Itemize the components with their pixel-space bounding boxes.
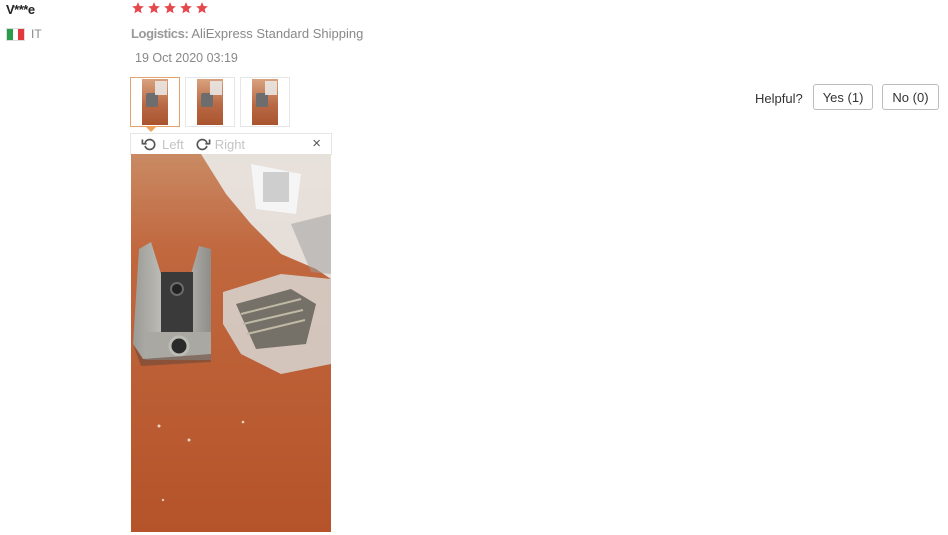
logistics-value: AliExpress Standard Shipping bbox=[191, 26, 364, 41]
thumbnail-image bbox=[142, 79, 168, 125]
logistics-info: Logistics: AliExpress Standard Shipping bbox=[131, 26, 363, 41]
thumbnail-photo-3[interactable] bbox=[240, 77, 290, 127]
rotate-left-label: Left bbox=[162, 136, 184, 152]
thumbnail-image bbox=[197, 79, 223, 125]
review-photo-image bbox=[131, 154, 331, 532]
country-code: IT bbox=[31, 27, 42, 41]
rotate-right-label: Right bbox=[214, 136, 246, 152]
star-icon bbox=[131, 1, 145, 15]
viewer-toolbar: Left Right × bbox=[131, 134, 331, 154]
thumbnail-photo-1[interactable] bbox=[130, 77, 180, 127]
rotate-right-icon bbox=[194, 136, 211, 153]
review-item: V***e IT Logistics: AliExpress Standard … bbox=[0, 0, 948, 535]
helpful-section: Helpful? Yes (1) No (0) bbox=[755, 84, 939, 110]
rotate-left-icon bbox=[141, 136, 158, 153]
italy-flag-icon bbox=[6, 27, 25, 41]
star-rating bbox=[131, 1, 209, 15]
star-icon bbox=[163, 1, 177, 15]
thumbnail-photo-2[interactable] bbox=[185, 77, 235, 127]
thumbnail-image bbox=[252, 79, 278, 125]
rotate-left-button[interactable]: Left bbox=[141, 136, 184, 153]
helpful-yes-button[interactable]: Yes (1) bbox=[812, 84, 874, 110]
review-photo-large bbox=[131, 154, 331, 532]
close-icon[interactable]: × bbox=[312, 135, 321, 152]
rotate-right-button[interactable]: Right bbox=[194, 136, 245, 153]
helpful-no-button[interactable]: No (0) bbox=[882, 84, 939, 110]
helpful-label: Helpful? bbox=[755, 90, 803, 106]
star-icon bbox=[179, 1, 193, 15]
star-icon bbox=[147, 1, 161, 15]
reviewer-country: IT bbox=[6, 27, 42, 41]
reviewer-name: V***e bbox=[6, 2, 35, 17]
logistics-label: Logistics: bbox=[131, 26, 189, 41]
active-thumbnail-caret bbox=[145, 126, 157, 132]
star-icon bbox=[195, 1, 209, 15]
review-date: 19 Oct 2020 03:19 bbox=[135, 51, 238, 65]
photo-viewer: Left Right × bbox=[130, 133, 332, 155]
photo-thumbnails bbox=[130, 77, 290, 127]
